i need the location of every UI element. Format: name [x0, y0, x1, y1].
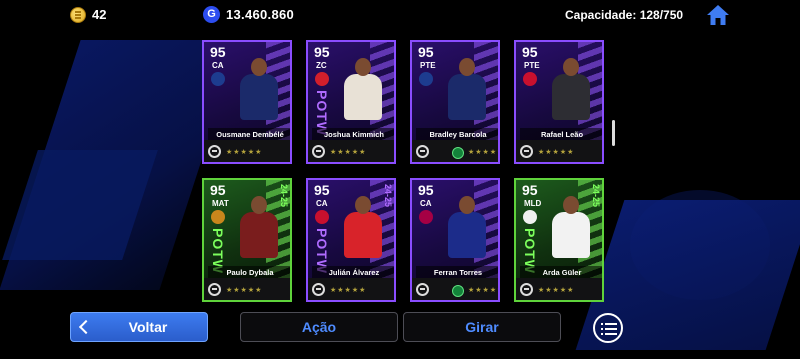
player-kit	[448, 74, 486, 120]
gp-balance: 13.460.860	[226, 7, 295, 22]
player-head	[251, 196, 267, 214]
card-position: ZC	[316, 61, 327, 70]
card-rating: 95	[314, 182, 330, 198]
player-card[interactable]: 95CAFerran Torres★★★★★	[410, 178, 500, 302]
card-stars: ★★★★★	[226, 149, 263, 156]
card-stars: ★★★★★	[226, 287, 263, 294]
player-card[interactable]: POTW 24-25 95 CA Julián Álvarez ★★★★★	[306, 178, 396, 302]
player-kit	[240, 74, 278, 120]
back-button[interactable]: Voltar	[70, 312, 208, 342]
card-position: CA	[420, 199, 432, 208]
card-rating: 95	[418, 44, 434, 60]
efootball-logo-icon	[416, 145, 429, 158]
efootball-logo-icon	[520, 145, 533, 158]
player-card[interactable]: POTW 24-25 95 MAT Paulo Dybala ★★★★★	[202, 178, 292, 302]
player-kit	[552, 212, 590, 258]
player-head	[459, 58, 475, 76]
coin-balance: 42	[92, 7, 107, 22]
player-card[interactable]: 95 PTE Rafael Leão ★★★★★	[514, 40, 604, 164]
card-position: PTE	[420, 61, 436, 70]
home-icon[interactable]	[706, 4, 730, 26]
card-position: PTE	[524, 61, 540, 70]
card-stars: ★★★★★	[468, 287, 498, 294]
card-rating: 95	[210, 182, 226, 198]
club-crest-icon	[523, 72, 537, 86]
player-image	[442, 194, 494, 270]
card-rating: 95	[314, 44, 330, 60]
club-crest-icon	[211, 210, 225, 224]
club-crest-icon	[419, 210, 433, 224]
club-crest-icon	[419, 72, 433, 86]
skill-badge-icon	[452, 285, 464, 297]
card-rating: 95	[210, 44, 226, 60]
player-image	[546, 56, 598, 132]
efootball-logo-icon	[208, 283, 221, 296]
player-head	[355, 196, 371, 214]
player-head	[459, 196, 475, 214]
player-image	[234, 56, 286, 132]
menu-line	[601, 333, 617, 335]
card-position: MAT	[212, 199, 229, 208]
club-crest-icon	[315, 210, 329, 224]
turn-button[interactable]: Girar	[403, 312, 561, 342]
player-head	[563, 196, 579, 214]
player-image	[338, 56, 390, 132]
chevron-left-icon	[78, 319, 94, 335]
menu-line	[601, 328, 617, 330]
club-crest-icon	[211, 72, 225, 86]
list-menu-icon[interactable]	[593, 313, 623, 343]
card-stars: ★★★★★	[330, 287, 367, 294]
card-position: MLD	[524, 199, 542, 208]
card-stars: ★★★★★	[538, 149, 575, 156]
card-rating: 95	[522, 44, 538, 60]
season-label: 24-25	[591, 184, 601, 208]
top-bar: 42 G 13.460.860 Capacidade: 128/750	[0, 0, 800, 30]
club-crest-icon	[315, 72, 329, 86]
efootball-logo-icon	[208, 145, 221, 158]
back-button-label: Voltar	[128, 319, 168, 335]
action-button[interactable]: Ação	[240, 312, 398, 342]
season-label: 24-25	[279, 184, 289, 208]
player-card[interactable]: POTW 95 ZC Joshua Kimmich ★★★★★	[306, 40, 396, 164]
card-grid: 95 CA Ousmane Dembélé ★★★★★ POTW 95 ZC Joshua K…	[198, 38, 604, 302]
player-image	[442, 56, 494, 132]
player-kit	[344, 74, 382, 120]
player-kit	[552, 74, 590, 120]
club-crest-icon	[523, 210, 537, 224]
capacity-counter: Capacidade: 128/750	[565, 8, 684, 22]
efootball-logo-icon	[520, 283, 533, 296]
player-head	[251, 58, 267, 76]
player-card[interactable]: 95PTEBradley Barcola★★★★★	[410, 40, 500, 164]
gp-icon: G	[203, 6, 220, 23]
coin-icon	[70, 7, 86, 23]
card-stars: ★★★★★	[330, 149, 367, 156]
card-position: CA	[316, 199, 328, 208]
card-stars: ★★★★★	[468, 149, 498, 156]
card-position: CA	[212, 61, 224, 70]
card-rating: 95	[418, 182, 434, 198]
efootball-logo-icon	[416, 283, 429, 296]
card-stars: ★★★★★	[538, 287, 575, 294]
player-card[interactable]: POTW 24-25 95 MLD Arda Güler ★★★★★	[514, 178, 604, 302]
player-card[interactable]: 95 CA Ousmane Dembélé ★★★★★	[202, 40, 292, 164]
efootball-logo-icon	[312, 283, 325, 296]
skill-badge-icon	[452, 147, 464, 159]
player-head	[563, 58, 579, 76]
player-kit	[240, 212, 278, 258]
efootball-logo-icon	[312, 145, 325, 158]
player-kit	[344, 212, 382, 258]
player-head	[355, 58, 371, 76]
card-rating: 95	[522, 182, 538, 198]
scrollbar[interactable]	[612, 120, 615, 146]
season-label: 24-25	[383, 184, 393, 208]
menu-line	[601, 323, 617, 325]
player-kit	[448, 212, 486, 258]
